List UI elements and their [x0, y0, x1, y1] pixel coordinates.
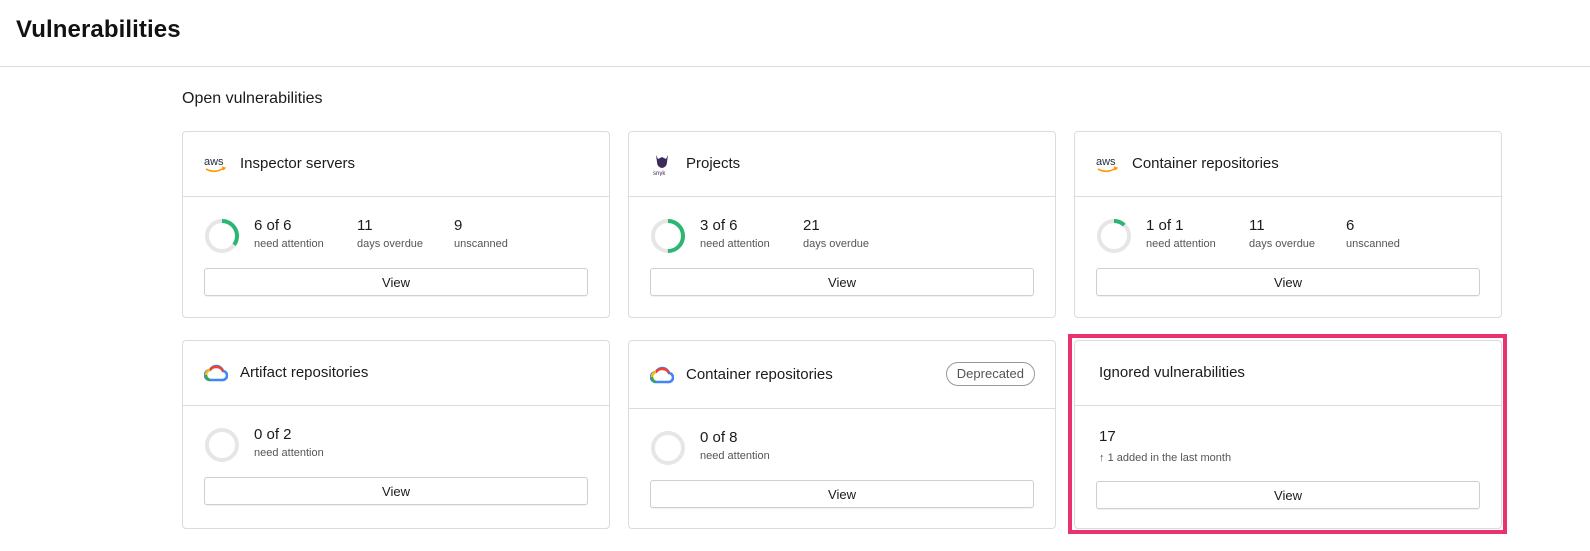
snyk-logo-text: snyk	[653, 171, 666, 176]
progress-ring	[205, 219, 239, 253]
stat-label: days overdue	[1249, 238, 1316, 250]
ignored-trend: ↑ 1 added in the last month	[1099, 452, 1231, 464]
card-projects: snyk Projects 3 of 6 need attention 21 d…	[628, 131, 1056, 318]
ignored-trend-text: 1 added in the last month	[1107, 452, 1232, 464]
card-inspector-servers: aws Inspector servers 6 of 6 need attent…	[182, 131, 610, 318]
card-ignored-vulnerabilities: Ignored vulnerabilities 17 ↑ 1 added in …	[1074, 340, 1502, 529]
view-button[interactable]: View	[204, 477, 588, 505]
stat-need-attention: 0 of 8 need attention	[700, 429, 770, 462]
section-title: Open vulnerabilities	[182, 90, 323, 107]
view-button[interactable]: View	[650, 480, 1034, 508]
view-button[interactable]: View	[650, 268, 1034, 296]
progress-ring	[651, 219, 685, 253]
stat-need-attention: 6 of 6 need attention	[254, 217, 324, 250]
card-title: Ignored vulnerabilities	[1099, 364, 1245, 381]
stat-label: unscanned	[1346, 238, 1400, 250]
stat-label: need attention	[700, 450, 770, 462]
stat-label: days overdue	[803, 238, 870, 250]
card-header: Artifact repositories	[183, 341, 609, 406]
aws-logo-text: aws	[204, 156, 224, 168]
google-cloud-icon	[650, 366, 674, 384]
ignored-count: 17	[1099, 428, 1116, 445]
stat-label: need attention	[700, 238, 770, 250]
progress-ring	[1097, 219, 1131, 253]
progress-ring	[651, 431, 685, 465]
stat-need-attention: 1 of 1 need attention	[1146, 217, 1216, 250]
card-header: Container repositories Deprecated	[629, 341, 1055, 409]
progress-ring	[205, 428, 239, 462]
stat-value: 0 of 8	[700, 429, 738, 446]
view-button[interactable]: View	[204, 268, 588, 296]
card-container-repositories-aws: aws Container repositories 1 of 1 need a…	[1074, 131, 1502, 318]
card-title: Projects	[686, 155, 741, 172]
card-title: Artifact repositories	[240, 364, 369, 381]
snyk-icon: snyk	[653, 155, 668, 176]
card-header: snyk Projects	[629, 132, 1055, 197]
stat-label: days overdue	[357, 238, 424, 250]
card-title: Container repositories	[686, 366, 833, 383]
stat-days-overdue: 21 days overdue	[803, 217, 869, 250]
aws-logo-text: aws	[1096, 156, 1116, 168]
card-header: Ignored vulnerabilities	[1075, 341, 1501, 406]
aws-icon: aws	[204, 156, 227, 173]
card-header: aws Container repositories	[1075, 132, 1501, 197]
aws-icon: aws	[1096, 156, 1119, 173]
stat-need-attention: 3 of 6 need attention	[700, 217, 770, 250]
stat-need-attention: 0 of 2 need attention	[254, 426, 324, 459]
card-artifact-repositories: Artifact repositories 0 of 2 need attent…	[182, 340, 610, 529]
stat-value: 11	[357, 217, 373, 234]
stat-value: 6	[1346, 217, 1355, 234]
stat-label: need attention	[254, 447, 324, 459]
stat-days-overdue: 11 days overdue	[1249, 217, 1315, 250]
card-title: Container repositories	[1132, 155, 1279, 172]
card-header: aws Inspector servers	[183, 132, 609, 197]
page-title: Vulnerabilities	[16, 16, 181, 43]
card-container-repositories-gcp: Container repositories Deprecated 0 of 8…	[628, 340, 1056, 529]
stat-value: 21	[803, 217, 820, 234]
stat-value: 9	[454, 217, 463, 234]
arrow-up-icon: ↑	[1099, 452, 1105, 464]
stat-label: need attention	[254, 238, 324, 250]
stat-value: 1 of 1	[1146, 217, 1184, 234]
view-button[interactable]: View	[1096, 481, 1480, 509]
stat-label: unscanned	[454, 238, 508, 250]
stat-unscanned: 9 unscanned	[454, 217, 508, 250]
stat-value: 0 of 2	[254, 426, 292, 443]
deprecated-badge: Deprecated	[945, 362, 1035, 386]
stat-value: 3 of 6	[700, 217, 738, 234]
stat-value: 11	[1249, 217, 1265, 234]
card-title: Inspector servers	[240, 155, 356, 172]
google-cloud-icon	[204, 364, 228, 382]
stat-value: 6 of 6	[254, 217, 292, 234]
view-button[interactable]: View	[1096, 268, 1480, 296]
stat-label: need attention	[1146, 238, 1216, 250]
page-header: Vulnerabilities	[0, 0, 1590, 67]
stat-unscanned: 6 unscanned	[1346, 217, 1400, 250]
stat-days-overdue: 11 days overdue	[357, 217, 423, 250]
